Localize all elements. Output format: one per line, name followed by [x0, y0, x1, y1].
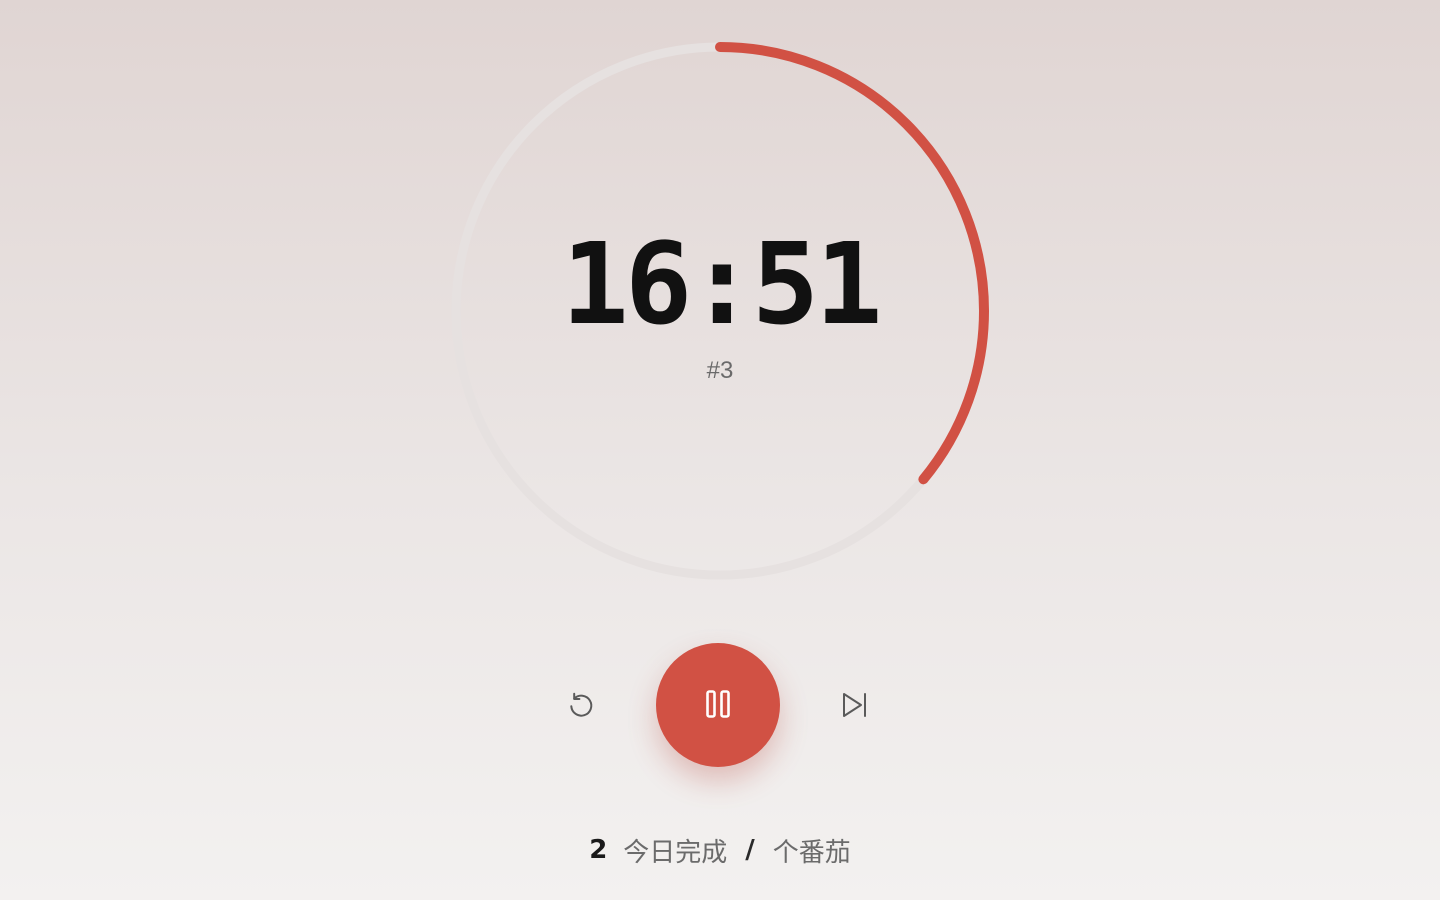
session-number: #3 [706, 357, 734, 384]
completed-count: 2 [589, 835, 608, 865]
completed-label: 今日完成 [623, 837, 728, 868]
remaining-time: 16:51 [561, 220, 882, 350]
pomodoro-app: 16:51 #3 2 今日完成 / 个番茄 [0, 0, 1440, 900]
skip-next-icon [838, 689, 870, 724]
skip-button[interactable] [829, 681, 879, 731]
timer-controls [0, 643, 1440, 769]
reset-icon [565, 689, 597, 724]
reset-button[interactable] [556, 681, 606, 731]
pause-button[interactable] [656, 643, 780, 767]
stats-separator: / [745, 835, 755, 865]
unit-label: 个番茄 [772, 837, 851, 868]
pause-icon [705, 689, 731, 722]
daily-stats: 2 今日完成 / 个番茄 [0, 831, 1440, 869]
